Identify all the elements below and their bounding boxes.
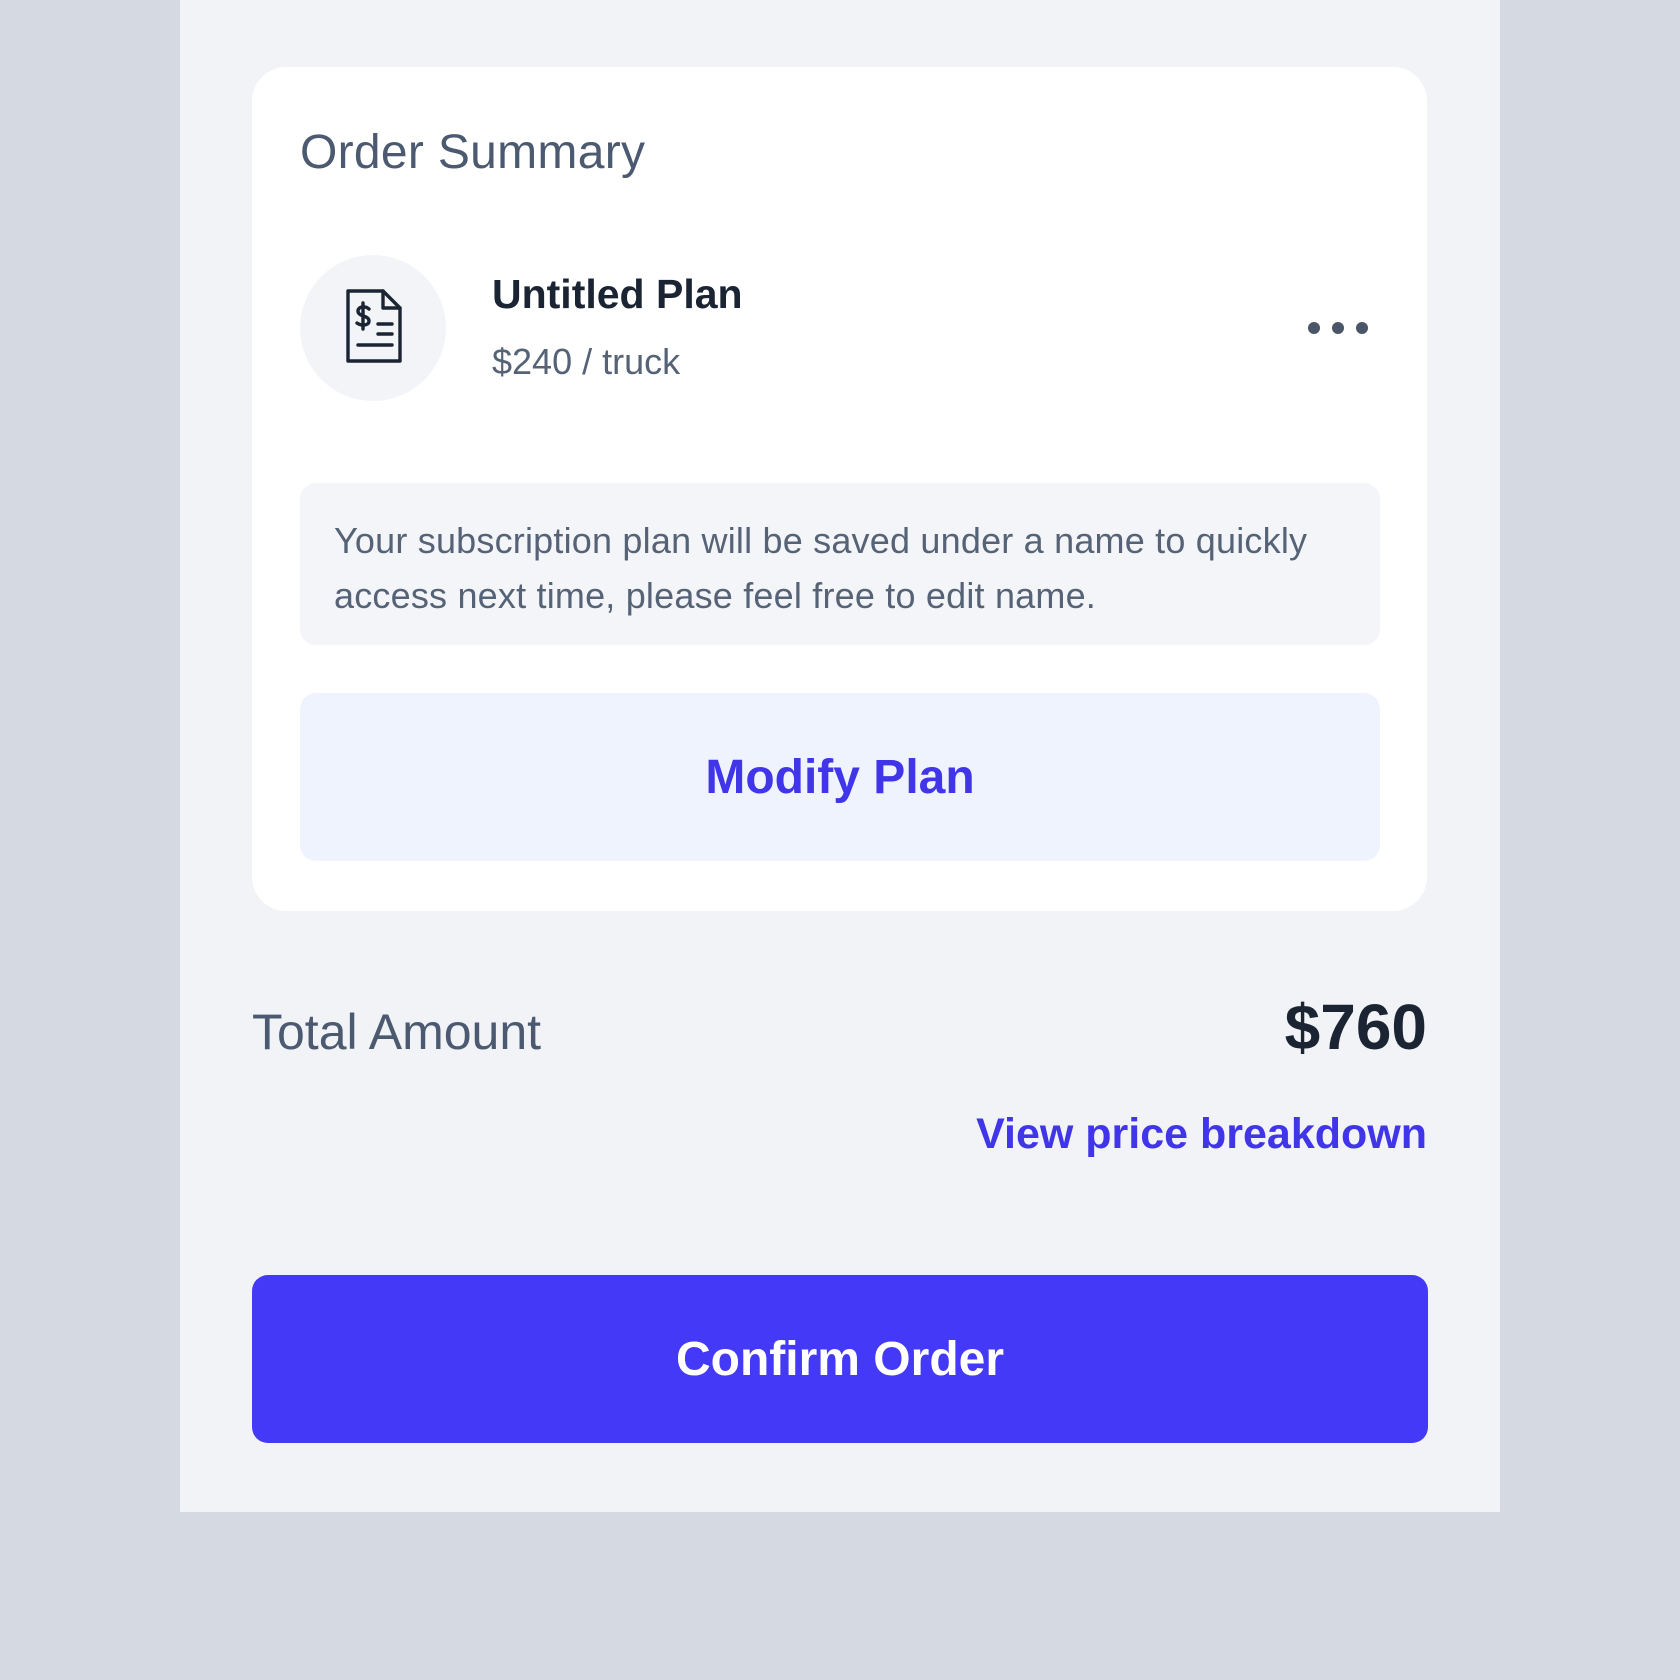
plan-row: Untitled Plan $240 / truck bbox=[300, 255, 1380, 401]
plan-avatar bbox=[300, 255, 446, 401]
more-options-button[interactable] bbox=[1300, 303, 1376, 353]
plan-name-info: Your subscription plan will be saved und… bbox=[300, 483, 1380, 645]
plan-name: Untitled Plan bbox=[492, 271, 743, 317]
order-summary-title: Order Summary bbox=[300, 126, 646, 179]
more-horizontal-icon bbox=[1356, 322, 1368, 334]
modify-plan-button[interactable]: Modify Plan bbox=[300, 693, 1380, 861]
more-horizontal-icon bbox=[1308, 322, 1320, 334]
more-horizontal-icon bbox=[1332, 322, 1344, 334]
order-summary-card: Order Summary Untitled Plan $240 / truck bbox=[252, 67, 1427, 911]
view-price-breakdown-link[interactable]: View price breakdown bbox=[976, 1110, 1427, 1159]
plan-price: $240 / truck bbox=[492, 341, 681, 382]
confirm-order-button[interactable]: Confirm Order bbox=[252, 1275, 1428, 1443]
invoice-document-icon bbox=[346, 289, 402, 363]
order-screen: Order Summary Untitled Plan $240 / truck bbox=[180, 0, 1500, 1512]
total-amount-value: $760 bbox=[1284, 991, 1427, 1063]
total-amount-label: Total Amount bbox=[252, 1004, 542, 1060]
